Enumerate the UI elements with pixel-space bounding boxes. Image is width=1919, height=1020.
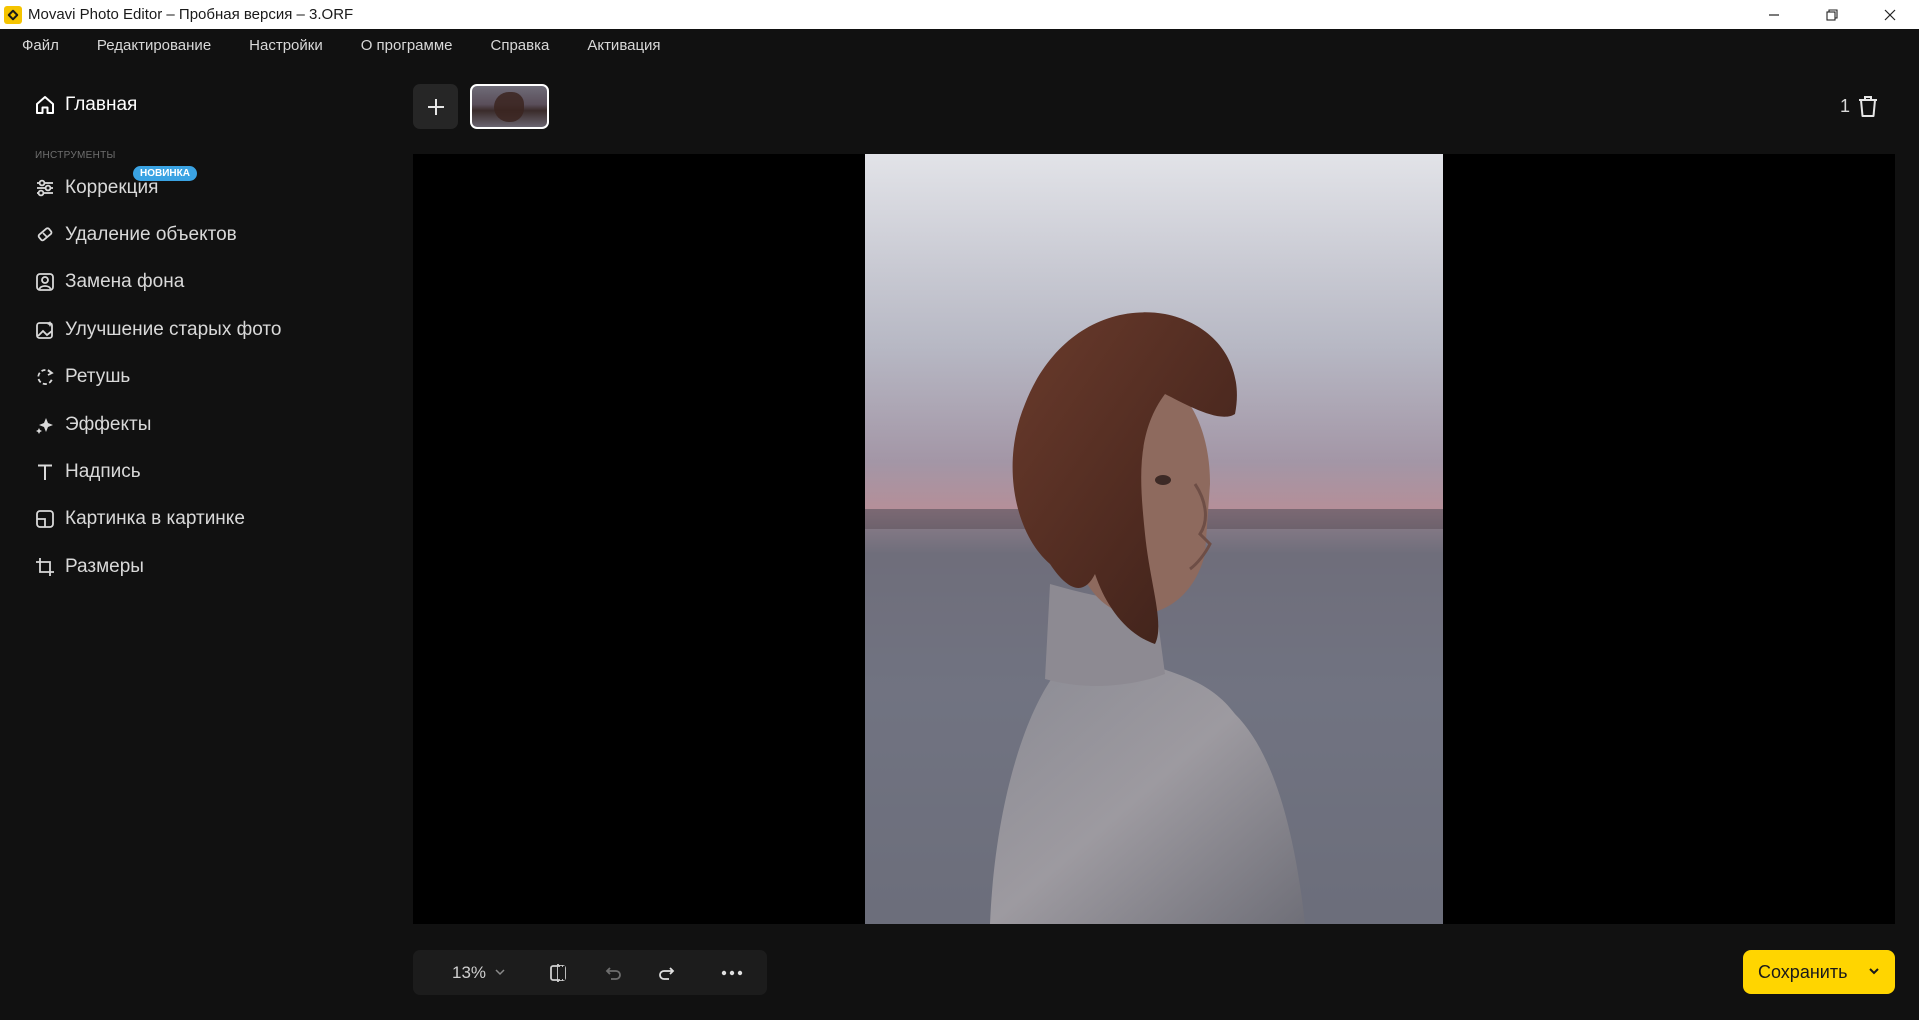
sliders-icon bbox=[34, 177, 56, 199]
sidebar-item-label: Эффекты bbox=[65, 413, 152, 435]
crop-icon bbox=[34, 556, 56, 578]
menu-settings[interactable]: Настройки bbox=[230, 29, 342, 61]
view-toolbar: 13% bbox=[413, 950, 767, 995]
redo-button[interactable] bbox=[654, 960, 680, 986]
sidebar-item-label: Картинка в картинке bbox=[65, 508, 245, 530]
new-badge: НОВИНКА bbox=[133, 166, 197, 181]
minimize-button[interactable] bbox=[1745, 0, 1803, 29]
sidebar-item-home[interactable]: Главная bbox=[34, 94, 137, 116]
chevron-down-icon bbox=[1869, 968, 1879, 975]
sidebar-item-label: Надпись bbox=[65, 461, 141, 483]
undo-icon bbox=[605, 967, 621, 980]
zoom-level[interactable]: 13% bbox=[452, 963, 486, 983]
photo-count: 1 bbox=[1840, 96, 1851, 116]
sidebar-item-resize[interactable]: Размеры bbox=[34, 543, 281, 590]
chevron-down-icon[interactable] bbox=[495, 968, 505, 976]
redo-icon bbox=[659, 967, 675, 980]
sidebar-item-background-replace[interactable]: Замена фона bbox=[34, 259, 281, 306]
sidebar-item-object-removal[interactable]: Удаление объектов bbox=[34, 211, 281, 258]
app-logo-icon bbox=[4, 5, 22, 24]
sidebar-item-label: Главная bbox=[65, 94, 138, 115]
text-icon bbox=[34, 461, 56, 483]
retouch-icon bbox=[34, 366, 56, 388]
sparkle-icon bbox=[34, 414, 56, 436]
tools-list: Коррекция НОВИНКА Удаление объектов Заме… bbox=[34, 164, 281, 591]
photo-thumbnail[interactable] bbox=[470, 84, 549, 129]
menu-activation[interactable]: Активация bbox=[568, 29, 679, 61]
menu-about[interactable]: О программе bbox=[342, 29, 472, 61]
sidebar-item-label: Замена фона bbox=[65, 271, 185, 293]
delete-button[interactable] bbox=[1857, 94, 1879, 118]
sidebar-item-label: Ретушь bbox=[65, 366, 131, 388]
edited-photo bbox=[865, 154, 1443, 924]
sidebar-item-retouch[interactable]: Ретушь bbox=[34, 354, 281, 401]
photo-enhance-icon bbox=[34, 319, 56, 341]
window-controls bbox=[1745, 0, 1919, 29]
section-label-tools: ИНСТРУМЕНТЫ bbox=[35, 150, 116, 161]
restore-button[interactable] bbox=[1803, 0, 1861, 29]
eraser-icon bbox=[34, 224, 56, 246]
more-icon bbox=[721, 970, 743, 976]
close-button[interactable] bbox=[1861, 0, 1919, 29]
sidebar-item-correction[interactable]: Коррекция НОВИНКА bbox=[34, 164, 281, 211]
compare-button[interactable] bbox=[545, 960, 571, 986]
sidebar-item-label: Улучшение старых фото bbox=[65, 318, 282, 340]
more-button[interactable] bbox=[719, 960, 745, 986]
sidebar-item-text[interactable]: Надпись bbox=[34, 448, 281, 495]
compare-icon bbox=[550, 964, 566, 982]
add-photo-button[interactable] bbox=[413, 84, 458, 129]
sidebar-item-effects[interactable]: Эффекты bbox=[34, 401, 281, 448]
menu-help[interactable]: Справка bbox=[471, 29, 568, 61]
plus-icon bbox=[427, 98, 444, 115]
sidebar-item-label: Удаление объектов bbox=[65, 224, 237, 246]
save-label: Сохранить bbox=[1758, 961, 1848, 982]
image-canvas[interactable] bbox=[413, 154, 1895, 924]
sidebar: Главная ИНСТРУМЕНТЫ Коррекция НОВИНКА Уд… bbox=[0, 61, 410, 1020]
menu-file[interactable]: Файл bbox=[0, 29, 78, 61]
portrait-icon bbox=[34, 271, 56, 293]
title-bar: Movavi Photo Editor – Пробная версия – 3… bbox=[0, 0, 1919, 29]
portrait-photo bbox=[865, 154, 1443, 924]
picture-in-picture-icon bbox=[34, 508, 56, 530]
minimize-icon bbox=[1769, 13, 1779, 16]
undo-button[interactable] bbox=[600, 960, 626, 986]
home-icon bbox=[36, 96, 54, 114]
trash-icon bbox=[1859, 96, 1877, 117]
restore-icon bbox=[1826, 8, 1838, 21]
close-icon bbox=[1884, 9, 1896, 20]
menu-bar: Файл Редактирование Настройки О программ… bbox=[0, 29, 1919, 61]
save-button[interactable]: Сохранить bbox=[1743, 950, 1895, 994]
sidebar-item-label: Размеры bbox=[65, 555, 144, 577]
menu-edit[interactable]: Редактирование bbox=[78, 29, 230, 61]
sidebar-item-picture-in-picture[interactable]: Картинка в картинке bbox=[34, 496, 281, 543]
window-title: Movavi Photo Editor – Пробная версия – 3… bbox=[28, 6, 354, 23]
sidebar-item-old-photo-enhance[interactable]: Улучшение старых фото bbox=[34, 306, 281, 353]
